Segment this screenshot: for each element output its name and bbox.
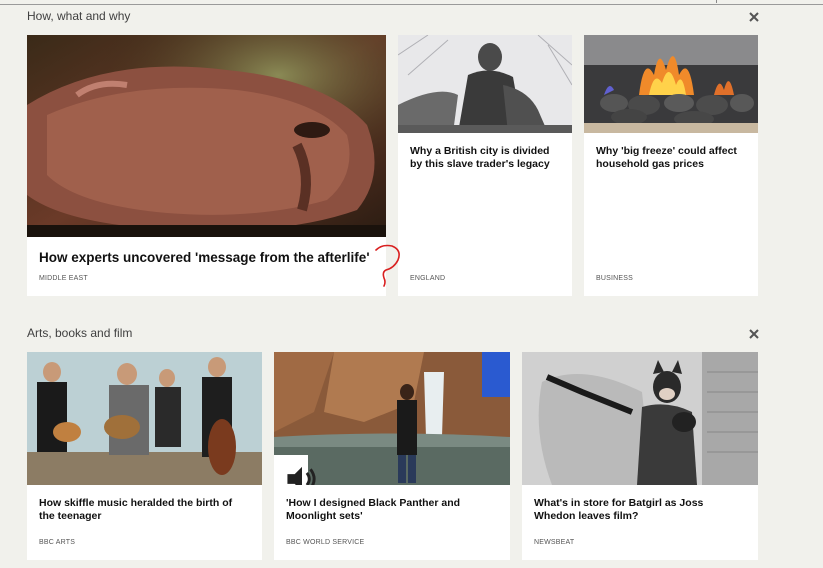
story-image-skiffle-band bbox=[27, 352, 262, 485]
story-card-skiffle[interactable]: How skiffle music heralded the birth of … bbox=[27, 352, 262, 560]
story-tag[interactable]: BUSINESS bbox=[596, 275, 633, 282]
close-section-arts-books-film-button[interactable] bbox=[747, 327, 761, 341]
story-card-afterlife[interactable]: How experts uncovered 'message from the … bbox=[27, 35, 386, 296]
story-card-slave-trader[interactable]: Why a British city is divided by this sl… bbox=[398, 35, 572, 296]
story-image-batgirl bbox=[522, 352, 758, 485]
story-card-batgirl[interactable]: What's in store for Batgirl as Joss Whed… bbox=[522, 352, 758, 560]
top-divider bbox=[0, 4, 823, 5]
story-headline[interactable]: 'How I designed Black Panther and Moonli… bbox=[286, 497, 498, 523]
story-image-gas-fire bbox=[584, 35, 758, 133]
story-tag[interactable]: NEWSBEAT bbox=[534, 539, 574, 546]
story-image-set-designer bbox=[274, 352, 510, 485]
story-card-black-panther[interactable]: 'How I designed Black Panther and Moonli… bbox=[274, 352, 510, 560]
story-headline[interactable]: Why a British city is divided by this sl… bbox=[410, 145, 560, 171]
audio-indicator[interactable] bbox=[274, 455, 316, 485]
close-section-how-what-why-button[interactable] bbox=[747, 10, 761, 24]
section-title-how-what-why: How, what and why bbox=[27, 9, 131, 23]
story-card-big-freeze[interactable]: Why 'big freeze' could affect household … bbox=[584, 35, 758, 296]
story-tag[interactable]: MIDDLE EAST bbox=[39, 275, 88, 282]
speaker-icon bbox=[287, 466, 316, 485]
section-title-arts-books-film: Arts, books and film bbox=[27, 326, 133, 340]
scroll-marker bbox=[716, 0, 717, 3]
story-image-sarcophagus bbox=[27, 35, 386, 237]
story-tag[interactable]: BBC ARTS bbox=[39, 539, 75, 546]
story-tag[interactable]: BBC WORLD SERVICE bbox=[286, 539, 364, 546]
story-headline[interactable]: How skiffle music heralded the birth of … bbox=[39, 497, 250, 523]
story-headline[interactable]: What's in store for Batgirl as Joss Whed… bbox=[534, 497, 746, 523]
story-headline[interactable]: How experts uncovered 'message from the … bbox=[39, 249, 374, 266]
story-headline[interactable]: Why 'big freeze' could affect household … bbox=[596, 145, 746, 171]
close-icon bbox=[749, 329, 759, 339]
close-icon bbox=[749, 12, 759, 22]
story-tag[interactable]: ENGLAND bbox=[410, 275, 445, 282]
story-image-statue bbox=[398, 35, 572, 133]
